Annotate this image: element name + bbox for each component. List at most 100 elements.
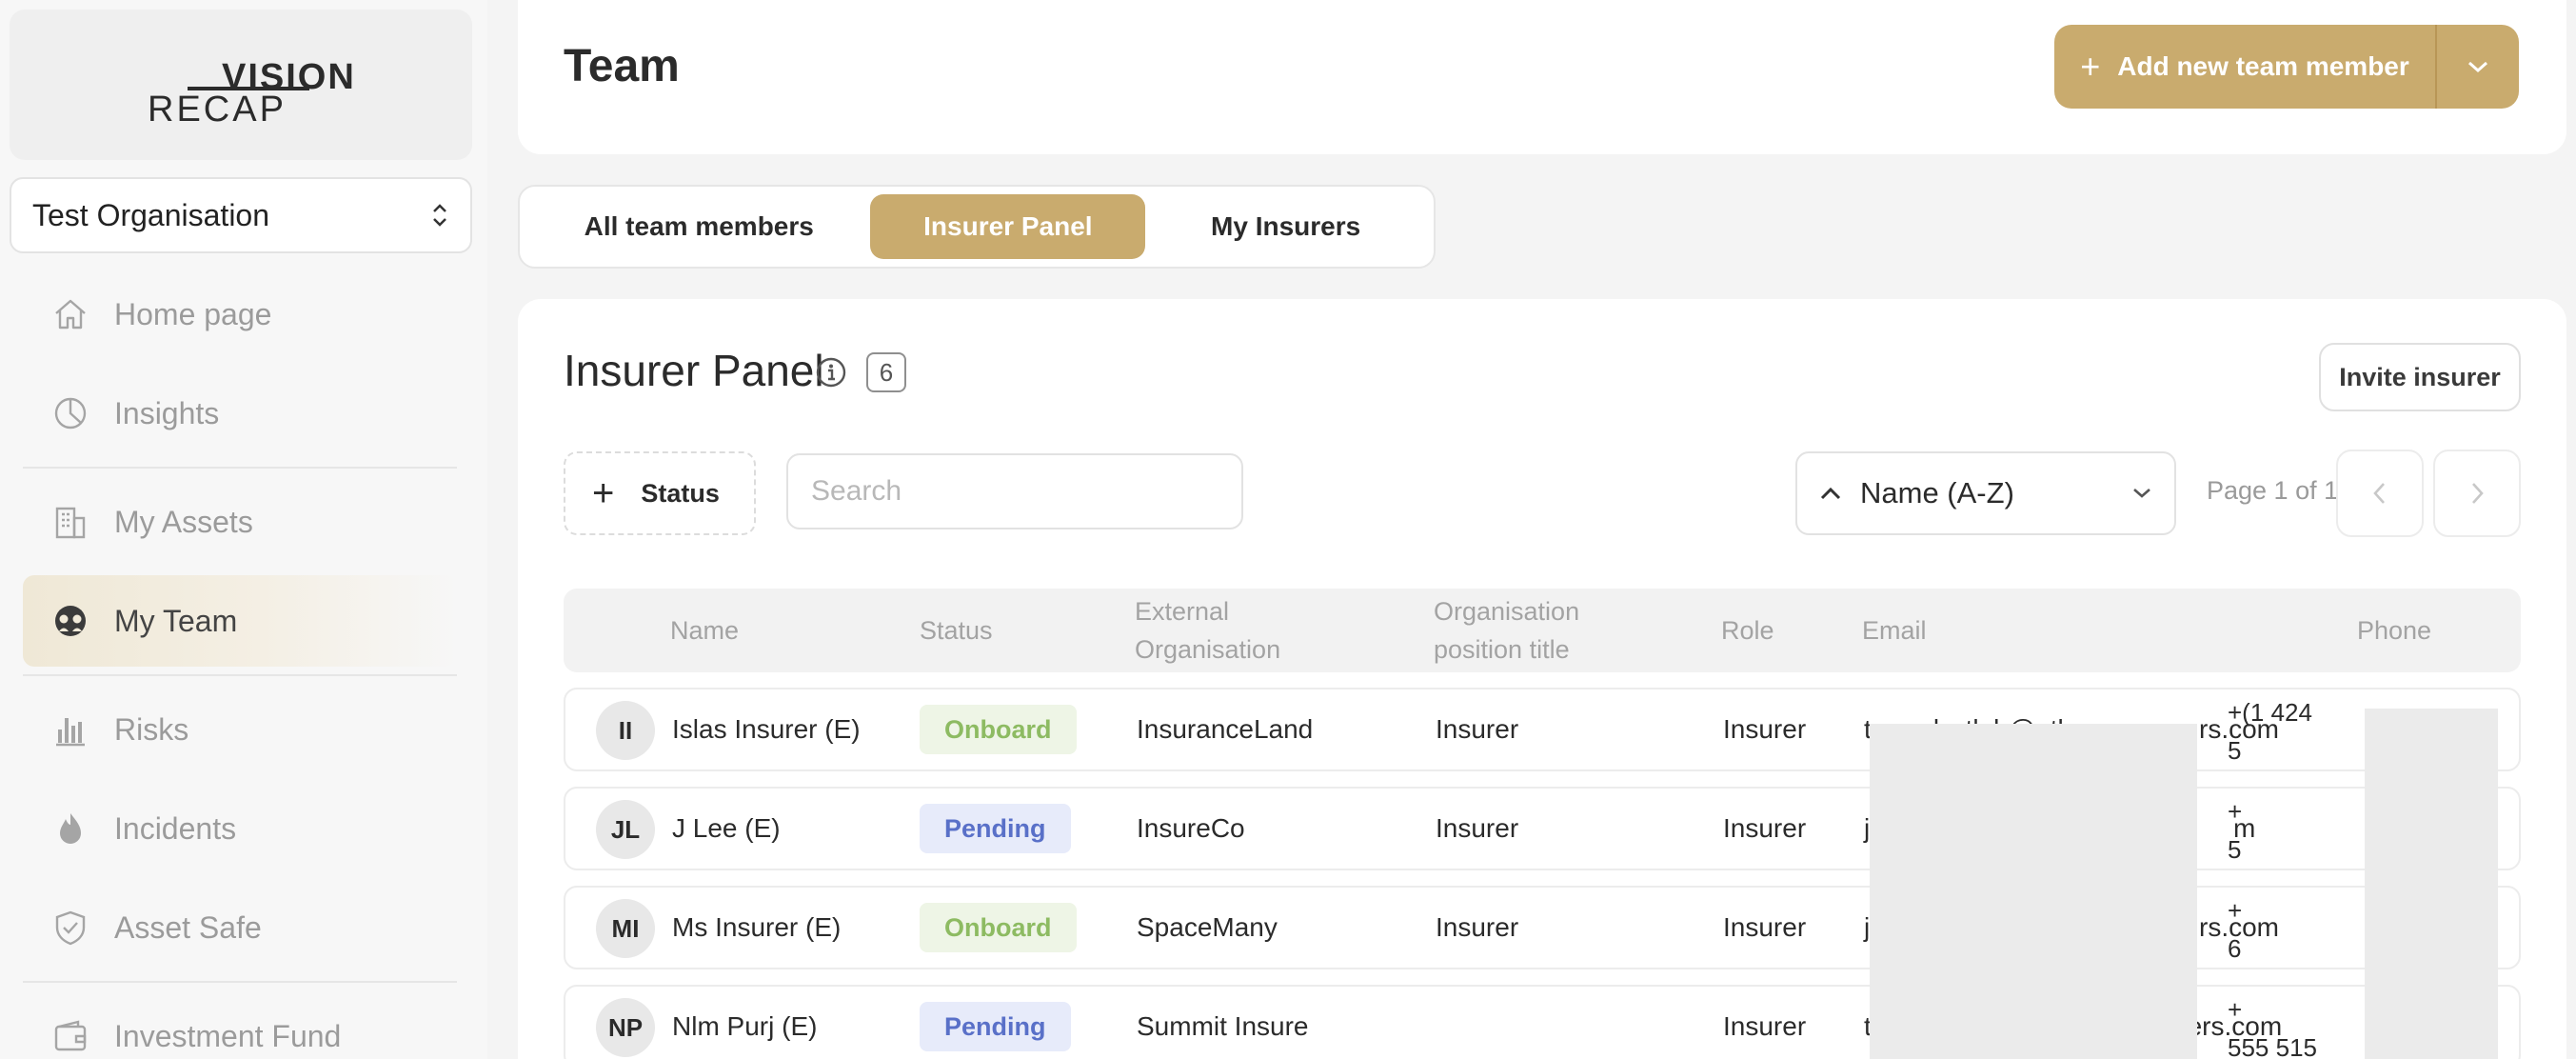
external-organisation: InsureCo — [1137, 813, 1245, 843]
sidebar-item-label: Home page — [114, 296, 272, 331]
sidebar-item-asset-safe[interactable]: Asset Safe — [23, 882, 457, 973]
role: Insurer — [1723, 1011, 1807, 1041]
external-organisation: SpaceMany — [1137, 912, 1278, 942]
building-icon — [55, 507, 86, 539]
sidebar-item-incidents[interactable]: Incidents — [23, 783, 457, 874]
plus-icon: + — [2080, 47, 2101, 86]
next-page-button[interactable] — [2433, 450, 2521, 537]
column-header-name[interactable]: Name — [670, 611, 739, 649]
position-title: Insurer — [1436, 714, 1519, 744]
sidebar-item-my-assets[interactable]: My Assets — [23, 476, 457, 568]
column-header-role[interactable]: Role — [1721, 611, 1774, 649]
sidebar-item-risks[interactable]: Risks — [23, 684, 457, 775]
add-team-member-label: Add new team member — [2117, 51, 2409, 81]
role: Insurer — [1723, 714, 1807, 744]
column-header-line: Organisation — [1434, 597, 1580, 626]
phone-line: + — [2228, 896, 2243, 925]
logo-bottom-text: RECAP — [148, 90, 287, 130]
column-header-position-title[interactable]: Organisation position title — [1434, 592, 1579, 669]
column-header-phone[interactable]: Phone — [2357, 611, 2431, 649]
sidebar-item-label: My Team — [114, 603, 238, 638]
phone-line: 5 — [2228, 736, 2242, 765]
column-header-external-organisation[interactable]: External Organisation — [1135, 592, 1280, 669]
table-row[interactable]: JL J Lee (E) Pending InsureCo Insurer In… — [564, 787, 2521, 870]
external-organisation: Summit Insure — [1137, 1011, 1309, 1041]
sidebar-item-label: Incidents — [114, 810, 237, 846]
redaction-box-phone — [2365, 709, 2498, 1059]
updown-chevron-icon — [430, 202, 449, 229]
chevron-up-icon — [1820, 487, 1841, 500]
sidebar-item-insights[interactable]: Insights — [23, 368, 457, 459]
status-filter-button[interactable]: + Status — [564, 451, 756, 535]
sidebar-item-my-team[interactable]: My Team — [23, 575, 457, 667]
member-name: Nlm Purj (E) — [672, 1011, 818, 1041]
member-count-badge: 6 — [866, 352, 906, 392]
add-team-member-main[interactable]: + Add new team member — [2054, 25, 2437, 109]
sidebar-item-investment-fund[interactable]: Investment Fund — [23, 990, 457, 1059]
member-name: Ms Insurer (E) — [672, 912, 842, 942]
table-row[interactable]: NP Nlm Purj (E) Pending Summit Insure In… — [564, 985, 2521, 1059]
phone-line: + — [2228, 995, 2243, 1024]
nav-divider — [23, 674, 457, 676]
phone-line: 5 — [2228, 835, 2242, 864]
nav-divider — [23, 981, 457, 983]
column-header-line: External — [1135, 597, 1230, 626]
pagination-info: Page 1 of 1 — [2207, 476, 2339, 505]
table-row[interactable]: MI Ms Insurer (E) Onboard SpaceMany Insu… — [564, 886, 2521, 969]
flame-icon — [60, 813, 81, 844]
sidebar-item-home[interactable]: Home page — [23, 269, 457, 360]
organisation-select-value: Test Organisation — [32, 197, 270, 232]
sort-select-value: Name (A-Z) — [1860, 476, 2014, 510]
tab-insurer-panel[interactable]: Insurer Panel — [870, 194, 1146, 259]
sidebar: VISION RECAP Test Organisation Home page… — [0, 0, 487, 1059]
member-name: J Lee (E) — [672, 813, 781, 843]
pie-chart-icon — [54, 397, 87, 430]
chevron-down-icon — [2468, 61, 2487, 73]
chevron-right-icon — [2472, 483, 2484, 504]
role: Insurer — [1723, 912, 1807, 942]
vision-recap-logo[interactable]: VISION RECAP — [148, 55, 357, 131]
column-header-line: position title — [1434, 635, 1570, 664]
add-team-member-button[interactable]: + Add new team member — [2054, 25, 2519, 109]
status-badge: Pending — [920, 1002, 1071, 1051]
chevron-down-icon — [2133, 489, 2150, 498]
status-badge: Onboard — [920, 705, 1077, 754]
nav-divider — [23, 467, 457, 469]
tab-all-team-members[interactable]: All team members — [527, 194, 870, 259]
role: Insurer — [1723, 813, 1807, 843]
status-badge: Pending — [920, 804, 1071, 853]
position-title: Insurer — [1436, 813, 1519, 843]
wallet-icon — [54, 1020, 87, 1051]
organisation-select[interactable]: Test Organisation — [10, 177, 472, 253]
phone: +(1 424 5 — [2228, 693, 2312, 769]
column-header-email[interactable]: Email — [1862, 611, 1927, 649]
logo-container: VISION RECAP — [10, 10, 472, 160]
add-options-dropdown[interactable] — [2437, 25, 2519, 109]
team-icon — [55, 606, 86, 636]
chevron-left-icon — [2373, 483, 2385, 504]
sidebar-item-label: Asset Safe — [114, 909, 262, 945]
invite-insurer-button[interactable]: Invite insurer — [2319, 343, 2521, 411]
page-header: Team + Add new team member — [518, 0, 2566, 154]
phone-line: 6 — [2228, 934, 2242, 963]
home-icon — [55, 299, 86, 330]
external-organisation: InsuranceLand — [1137, 714, 1314, 744]
phone-line: +(1 424 — [2228, 698, 2312, 727]
avatar: NP — [596, 998, 655, 1057]
previous-page-button[interactable] — [2336, 450, 2424, 537]
avatar: II — [596, 701, 655, 760]
status-badge: Onboard — [920, 903, 1077, 952]
info-icon[interactable] — [815, 356, 847, 389]
avatar: MI — [596, 899, 655, 958]
column-header-status[interactable]: Status — [920, 611, 993, 649]
sidebar-item-label: Investment Fund — [114, 1018, 342, 1053]
table-row[interactable]: II Islas Insurer (E) Onboard InsuranceLa… — [564, 688, 2521, 771]
tab-my-insurers[interactable]: My Insurers — [1145, 194, 1426, 259]
team-tabs: All team members Insurer Panel My Insure… — [518, 185, 1436, 269]
shield-icon — [55, 910, 86, 946]
sort-select[interactable]: Name (A-Z) — [1795, 451, 2176, 535]
sidebar-item-label: Risks — [114, 711, 189, 747]
plus-icon: + — [592, 472, 615, 514]
page-title: Team — [564, 41, 680, 91]
search-input[interactable] — [786, 453, 1243, 530]
